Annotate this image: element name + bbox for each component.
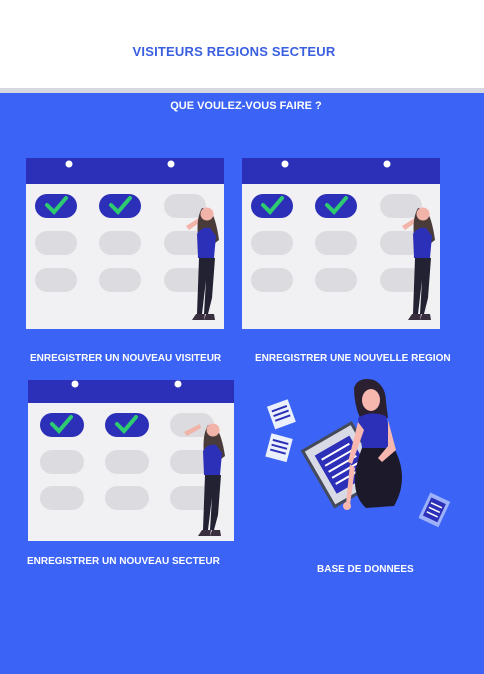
page-title: VISITEURS REGIONS SECTEUR <box>132 44 336 59</box>
section-subtitle: QUE VOULEZ-VOUS FAIRE ? <box>170 100 322 112</box>
new-sector-label[interactable]: ENREGISTRER UN NOUVEAU SECTEUR <box>27 556 220 567</box>
calendar-checklist-illustration <box>26 158 224 329</box>
database-label[interactable]: BASE DE DONNEES <box>317 564 414 575</box>
database-card[interactable] <box>262 378 462 548</box>
calendar-checklist-illustration <box>28 380 234 541</box>
new-visitor-card[interactable] <box>26 158 224 329</box>
new-visitor-label[interactable]: ENREGISTRER UN NOUVEAU VISITEUR <box>30 353 221 364</box>
calendar-checklist-illustration <box>242 158 440 329</box>
new-region-label[interactable]: ENREGISTRER UNE NOUVELLE REGION <box>255 353 451 364</box>
header: VISITEURS REGIONS SECTEUR <box>0 0 484 88</box>
new-sector-card[interactable] <box>28 380 234 541</box>
new-region-card[interactable] <box>242 158 440 329</box>
database-documents-illustration <box>265 379 451 528</box>
main-panel: QUE VOULEZ-VOUS FAIRE ? ENREGISTRER UN N… <box>0 93 484 674</box>
